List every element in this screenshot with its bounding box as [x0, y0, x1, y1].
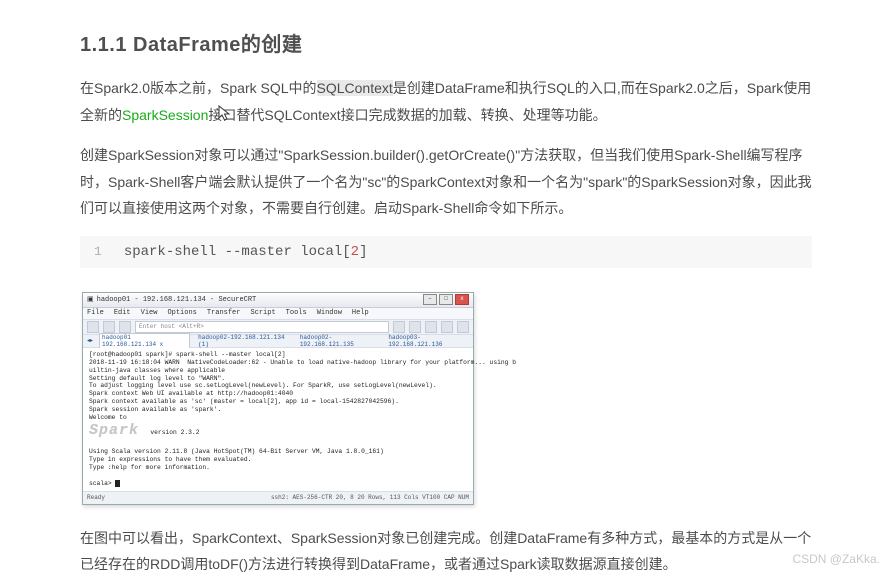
minimize-button[interactable]: –	[423, 294, 437, 305]
spark-ascii-logo: Spark	[89, 422, 139, 439]
terminal-body: [root@hadoop01 spark]# spark-shell --mas…	[83, 348, 473, 491]
paragraph-1: 在Spark2.0版本之前，Spark SQL中的SQLContext是创建Da…	[80, 75, 812, 128]
term-line: uiltin-java classes where applicable	[89, 367, 225, 374]
toolbar-icon[interactable]	[119, 321, 131, 333]
code-text-pre: spark-shell --master local[	[124, 244, 351, 260]
menu-view[interactable]: View	[141, 309, 158, 317]
term-line: Welcome to	[89, 414, 127, 421]
p1-link-sparksession[interactable]: SparkSession	[122, 107, 208, 123]
toolbar-icon[interactable]	[409, 321, 421, 333]
code-block: 1 spark-shell --master local[2]	[80, 236, 812, 268]
menu-edit[interactable]: Edit	[114, 309, 131, 317]
p1-c: 接口替代SQLContext接口完成数据的加载、转换、处理等功能。	[208, 107, 606, 123]
status-right: ssh2: AES-256-CTR 20, 8 20 Rows, 113 Col…	[271, 494, 469, 501]
term-line: [root@hadoop01 spark]# spark-shell --mas…	[89, 351, 286, 358]
menu-transfer[interactable]: Transfer	[207, 309, 241, 317]
term-line: To adjust logging level use sc.setLogLev…	[89, 382, 437, 389]
toolbar-icon[interactable]	[457, 321, 469, 333]
toolbar-icon[interactable]	[87, 321, 99, 333]
terminal-app-icon: ▣	[87, 295, 94, 304]
toolbar-icon[interactable]	[393, 321, 405, 333]
watermark: CSDN @ZaKka.	[792, 552, 880, 566]
terminal-tabs: ◂▸ hadoop01 192.168.121.134 x hadoop02-1…	[83, 335, 473, 348]
term-line: 2018-11-19 16:18:04 WARN NativeCodeLoade…	[89, 359, 516, 366]
scala-prompt: scala>	[89, 480, 115, 487]
term-line: Using Scala version 2.11.8 (Java HotSpot…	[89, 448, 384, 455]
term-line: Spark context available as 'sc' (master …	[89, 398, 399, 405]
toolbar-icon[interactable]	[103, 321, 115, 333]
term-line: Spark session available as 'spark'.	[89, 406, 221, 413]
code-text-post: ]	[359, 244, 367, 260]
terminal-tab[interactable]: hadoop03-192.168.121.136	[386, 334, 469, 348]
section-heading: 1.1.1 DataFrame的创建	[80, 28, 812, 57]
term-line: Type in expressions to have them evaluat…	[89, 456, 252, 463]
terminal-title-text: hadoop01 - 192.168.121.134 - SecureCRT	[97, 296, 257, 304]
term-line: Setting default log level to "WARN".	[89, 375, 225, 382]
terminal-screenshot: ▣ hadoop01 - 192.168.121.134 - SecureCRT…	[82, 292, 474, 505]
menu-tools[interactable]: Tools	[286, 309, 307, 317]
paragraph-2: 创建SparkSession对象可以通过"SparkSession.builde…	[80, 142, 812, 222]
code-line-number: 1	[94, 244, 102, 259]
menu-script[interactable]: Script	[250, 309, 275, 317]
terminal-tab[interactable]: hadoop02-192.168.121.135	[298, 334, 381, 348]
maximize-button[interactable]: □	[439, 294, 453, 305]
window-buttons: – □ x	[423, 294, 469, 305]
term-line: Spark context Web UI available at http:/…	[89, 390, 293, 397]
status-left: Ready	[87, 494, 105, 501]
cursor-icon	[115, 480, 120, 487]
menu-options[interactable]: Options	[167, 309, 196, 317]
menu-window[interactable]: Window	[317, 309, 342, 317]
p1-highlight-sqlcontext: SQLContext	[317, 80, 393, 96]
menu-file[interactable]: File	[87, 309, 104, 317]
paragraph-3: 在图中可以看出，SparkContext、SparkSession对象已创建完成…	[80, 525, 812, 578]
terminal-titlebar: ▣ hadoop01 - 192.168.121.134 - SecureCRT…	[83, 293, 473, 308]
terminal-tab-active[interactable]: hadoop01 192.168.121.134 x	[99, 333, 190, 348]
term-line: Type :help for more information.	[89, 464, 210, 471]
p1-a: 在Spark2.0版本之前，Spark SQL中的	[80, 80, 317, 96]
menu-help[interactable]: Help	[352, 309, 369, 317]
close-button[interactable]: x	[455, 294, 469, 305]
toolbar-icon[interactable]	[441, 321, 453, 333]
terminal-menubar: File Edit View Options Transfer Script T…	[83, 308, 473, 320]
tab-indicator-icon: ◂▸	[87, 337, 93, 344]
terminal-title: ▣ hadoop01 - 192.168.121.134 - SecureCRT	[87, 295, 256, 304]
code-number-literal: 2	[351, 244, 359, 260]
host-input[interactable]: Enter host <Alt+R>	[135, 321, 389, 333]
document-page: 1.1.1 DataFrame的创建 在Spark2.0版本之前，Spark S…	[0, 0, 892, 578]
terminal-statusbar: Ready ssh2: AES-256-CTR 20, 8 20 Rows, 1…	[83, 491, 473, 504]
terminal-tab[interactable]: hadoop02-192.168.121.134 (1)	[196, 334, 292, 348]
spark-version: version 2.3.2	[139, 429, 199, 436]
toolbar-icon[interactable]	[425, 321, 437, 333]
